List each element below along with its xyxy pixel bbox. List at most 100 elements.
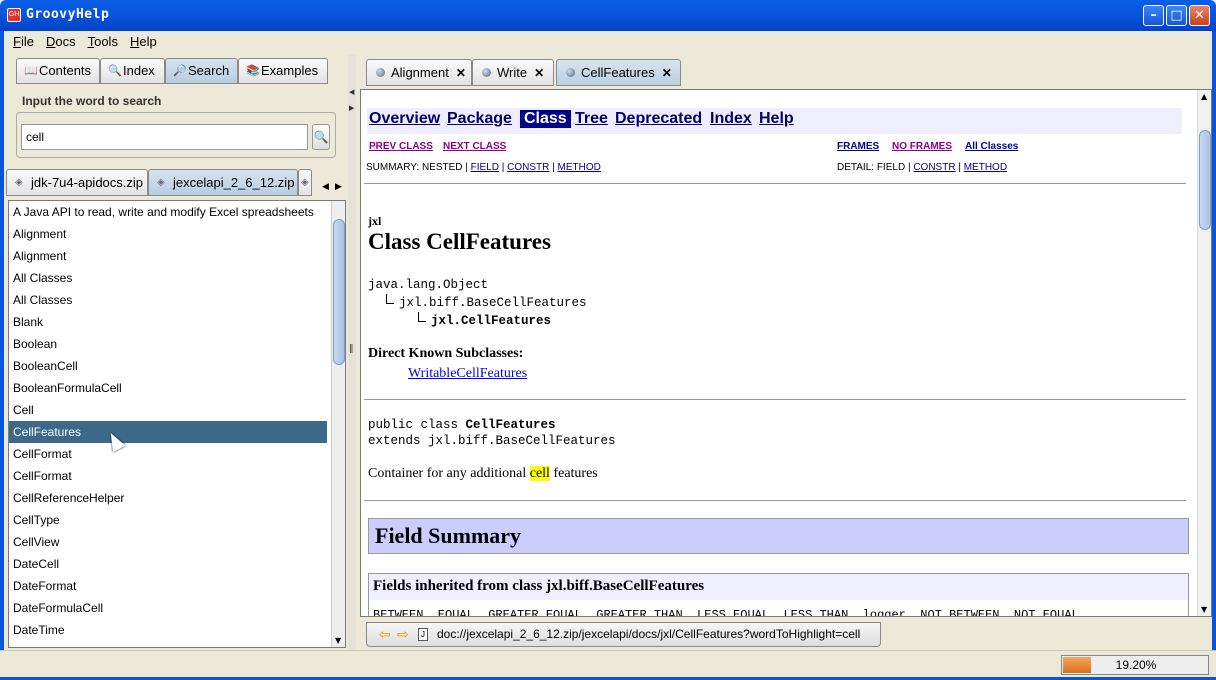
- package-name: jxl: [368, 214, 382, 228]
- close-tab-icon[interactable]: ✕: [534, 66, 544, 80]
- tab-index[interactable]: 🔍 Index: [100, 58, 165, 84]
- document-scrollbar-thumb[interactable]: [1199, 130, 1211, 230]
- class-description: Container for any additional cell featur…: [368, 466, 598, 482]
- search-label: Input the word to search: [22, 94, 162, 108]
- tree-connector: [418, 312, 426, 322]
- tab-scroll-right-icon[interactable]: ▶: [335, 182, 342, 192]
- close-tab-icon[interactable]: ✕: [456, 66, 466, 80]
- tab-scroll-left-icon[interactable]: ◀: [322, 182, 329, 192]
- scroll-up-icon[interactable]: ▲: [1201, 92, 1207, 101]
- summary-field-link[interactable]: FIELD: [471, 162, 499, 173]
- results-scrollbar-thumb[interactable]: [333, 219, 345, 365]
- panel-splitter[interactable]: ◀ ▶ ‖: [348, 54, 356, 650]
- search-input[interactable]: cell: [21, 124, 308, 150]
- list-item[interactable]: Alignment: [9, 223, 327, 245]
- doc-tab-write[interactable]: Write ✕: [472, 59, 554, 86]
- list-item[interactable]: All Classes: [9, 289, 327, 311]
- menu-file[interactable]: File: [4, 31, 37, 49]
- collapse-left-icon[interactable]: ◀: [349, 88, 354, 96]
- window-frame-right: [1212, 31, 1216, 680]
- search-highlight: cell: [529, 466, 550, 481]
- doc-tab-icon: [566, 68, 575, 77]
- tab-zip-jexcelapi[interactable]: ◈ jexcelapi_2_6_12.zip: [148, 169, 298, 196]
- tab-examples[interactable]: 📚 Examples: [238, 58, 328, 84]
- doc-tab-alignment[interactable]: Alignment ✕: [366, 59, 472, 86]
- tab-contents[interactable]: 📖 Contents: [16, 58, 100, 84]
- field-summary-heading: Field Summary: [368, 518, 1189, 554]
- maximize-button[interactable]: □: [1166, 5, 1187, 26]
- list-item[interactable]: DateTime: [9, 619, 327, 641]
- desc-text-after: features: [549, 466, 598, 481]
- list-item[interactable]: CellFormat: [9, 443, 327, 465]
- list-item[interactable]: DateFormulaCell: [9, 597, 327, 619]
- search-button[interactable]: 🔍: [312, 124, 330, 150]
- back-arrow-icon[interactable]: ⇦: [379, 623, 391, 646]
- detail-constr-link[interactable]: CONSTR: [913, 162, 955, 173]
- prev-class-link[interactable]: PREV CLASS: [369, 141, 433, 152]
- summary-method-link[interactable]: METHOD: [558, 162, 601, 173]
- nav-index[interactable]: Index: [710, 110, 752, 128]
- forward-arrow-icon[interactable]: ⇨: [397, 623, 409, 646]
- fields-inherited-values: BETWEEN, EQUAL, GREATER_EQUAL, GREATER_T…: [373, 608, 1079, 617]
- list-item[interactable]: DateFormat: [9, 575, 327, 597]
- tab-zip-overflow[interactable]: ◈: [298, 169, 312, 196]
- examples-icon: 📚: [246, 65, 260, 77]
- hierarchy-parent: jxl.biff.BaseCellFeatures: [399, 296, 587, 310]
- menu-help[interactable]: Help: [121, 31, 160, 49]
- nav-overview[interactable]: Overview: [369, 110, 440, 128]
- right-panel: Alignment ✕ Write ✕ CellFeatures ✕ Overview…: [356, 54, 1212, 650]
- hierarchy-class: jxl.CellFeatures: [431, 314, 552, 328]
- list-item[interactable]: Alignment: [9, 245, 327, 267]
- list-item[interactable]: Boolean: [9, 333, 327, 355]
- app-icon: GH: [7, 8, 21, 22]
- progress-label: 19.20%: [1115, 658, 1157, 672]
- summary-constr-link[interactable]: CONSTR: [507, 162, 549, 173]
- minimize-button[interactable]: –: [1143, 5, 1164, 26]
- address-text[interactable]: doc://jexcelapi_2_6_12.zip/jexcelapi/doc…: [437, 627, 860, 641]
- tab-search[interactable]: 🔎 Search: [165, 58, 238, 84]
- tab-index-label: Index: [123, 63, 155, 78]
- list-item[interactable]: CellReferenceHelper: [9, 487, 327, 509]
- tree-connector: [386, 294, 394, 304]
- document-scrollbar[interactable]: ▲ ▼: [1197, 90, 1211, 616]
- doc-tab-cellfeatures[interactable]: CellFeatures ✕: [556, 59, 681, 86]
- nav-tree[interactable]: Tree: [575, 110, 608, 128]
- frames-link[interactable]: FRAMES: [837, 141, 879, 152]
- list-item[interactable]: CellType: [9, 509, 327, 531]
- list-item[interactable]: BooleanCell: [9, 355, 327, 377]
- scroll-down-icon[interactable]: ▼: [335, 636, 341, 645]
- tab-examples-label: Examples: [261, 63, 319, 78]
- list-item[interactable]: CellFormat: [9, 465, 327, 487]
- menu-tools[interactable]: Tools: [79, 31, 121, 49]
- list-item[interactable]: A Java API to read, write and modify Exc…: [9, 201, 327, 223]
- tab-zip-jdk[interactable]: ◈ jdk-7u4-apidocs.zip: [6, 169, 148, 196]
- doc-tab-icon: [376, 68, 385, 77]
- subclass-link[interactable]: WritableCellFeatures: [408, 366, 527, 382]
- splitter-grip-icon[interactable]: ‖: [349, 344, 354, 354]
- detail-method-link[interactable]: METHOD: [964, 162, 1007, 173]
- doc-tab-write-label: Write: [497, 65, 528, 80]
- list-item[interactable]: CellFeatures: [9, 421, 327, 443]
- list-item[interactable]: Cell: [9, 399, 327, 421]
- decl-class-name: CellFeatures: [465, 418, 556, 432]
- expand-right-icon[interactable]: ▶: [349, 104, 354, 112]
- scroll-down-icon[interactable]: ▼: [1201, 605, 1207, 614]
- close-tab-icon[interactable]: ✕: [662, 66, 672, 80]
- results-scrollbar[interactable]: ▼: [331, 201, 345, 647]
- doc-tab-cellfeatures-label: CellFeatures: [581, 65, 655, 80]
- list-item[interactable]: CellView: [9, 531, 327, 553]
- nav-deprecated[interactable]: Deprecated: [615, 110, 702, 128]
- close-button[interactable]: ✕: [1189, 5, 1210, 26]
- list-item[interactable]: BooleanFormulaCell: [9, 377, 327, 399]
- summary-line: SUMMARY: NESTED | FIELD | CONSTR | METHO…: [366, 162, 601, 173]
- menu-docs[interactable]: Docs: [37, 31, 79, 49]
- document-view: Overview Package Class Tree Deprecated I…: [360, 89, 1212, 617]
- next-class-link[interactable]: NEXT CLASS: [443, 141, 506, 152]
- no-frames-link[interactable]: NO FRAMES: [892, 141, 952, 152]
- all-classes-link[interactable]: All Classes: [965, 141, 1018, 152]
- nav-help[interactable]: Help: [759, 110, 794, 128]
- list-item[interactable]: Blank: [9, 311, 327, 333]
- list-item[interactable]: All Classes: [9, 267, 327, 289]
- list-item[interactable]: DateCell: [9, 553, 327, 575]
- nav-package[interactable]: Package: [447, 110, 512, 128]
